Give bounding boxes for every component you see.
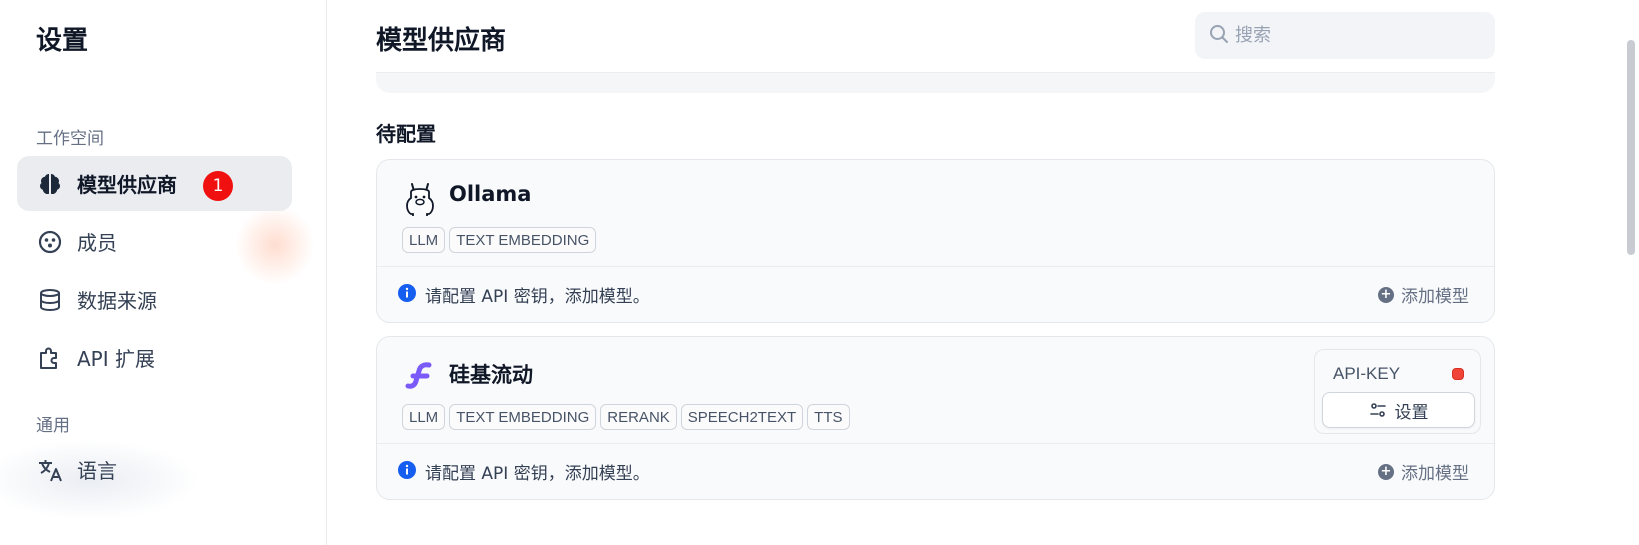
plus-circle-icon: + — [1378, 286, 1394, 303]
sidebar-item-label: 语言 — [77, 459, 117, 483]
model-type-tag: SPEECH2TEXT — [680, 404, 804, 430]
model-type-tag: RERANK — [600, 404, 677, 430]
sidebar-item-label: 数据来源 — [77, 289, 157, 313]
llama-icon — [401, 180, 439, 218]
members-icon — [37, 229, 63, 255]
sidebar-item-model-provider[interactable]: 模型供应商 — [17, 156, 292, 211]
provider-name: 硅基流动 — [449, 363, 533, 387]
add-model-label: 添加模型 — [1401, 464, 1469, 484]
sidebar-group-workspace: 工作空间 — [36, 129, 104, 149]
page-title: 模型供应商 — [376, 26, 507, 56]
brain-icon — [37, 171, 63, 197]
add-model-button[interactable]: + 添加模型 — [1378, 444, 1469, 499]
sidebar-group-general: 通用 — [36, 416, 70, 436]
add-model-label: 添加模型 — [1401, 287, 1469, 307]
api-key-panel: API-KEY 设置 — [1314, 349, 1481, 434]
provider-card-ollama: Ollama LLM TEXT EMBEDDING 请配置 API 密钥，添加模… — [376, 159, 1495, 323]
scrollbar[interactable] — [1627, 40, 1635, 255]
provider-tags: LLM TEXT EMBEDDING — [402, 227, 597, 253]
model-type-tag: TEXT EMBEDDING — [449, 404, 597, 430]
sidebar: 设置 工作空间 模型供应商 成员 数据来源 API 扩展 通用 语言 1 — [0, 0, 327, 545]
annotation-badge: 1 — [203, 171, 233, 201]
settings-label: 设置 — [1394, 402, 1429, 423]
api-key-label: API-KEY — [1333, 364, 1401, 383]
configured-card-edge — [376, 72, 1495, 93]
search-icon — [1209, 24, 1229, 48]
sidebar-item-label: 模型供应商 — [77, 173, 177, 197]
provider-card-header: 硅基流动 LLM TEXT EMBEDDING RERANK SPEECH2TE… — [377, 337, 1494, 444]
info-icon — [397, 283, 417, 307]
api-key-settings-button[interactable]: 设置 — [1322, 392, 1475, 428]
provider-card-header: Ollama LLM TEXT EMBEDDING — [377, 160, 1494, 267]
sidebar-item-label: 成员 — [77, 231, 117, 255]
sidebar-item-api-extension[interactable]: API 扩展 — [17, 330, 292, 385]
model-type-tag: LLM — [402, 404, 446, 430]
sidebar-item-language[interactable]: 语言 — [17, 442, 292, 497]
model-type-tag: LLM — [402, 227, 446, 253]
config-hint: 请配置 API 密钥，添加模型。 — [425, 464, 650, 484]
sliders-icon — [1369, 401, 1387, 419]
provider-card-siliconflow: 硅基流动 LLM TEXT EMBEDDING RERANK SPEECH2TE… — [376, 336, 1495, 500]
siliconflow-icon — [401, 357, 439, 395]
provider-card-footer: 请配置 API 密钥，添加模型。 + 添加模型 — [377, 444, 1494, 499]
sidebar-item-members[interactable]: 成员 — [17, 214, 292, 269]
provider-name: Ollama — [449, 182, 532, 206]
provider-card-footer: 请配置 API 密钥，添加模型。 + 添加模型 — [377, 267, 1494, 322]
search-input[interactable] — [1235, 25, 1475, 46]
info-icon — [397, 460, 417, 484]
sidebar-item-data-source[interactable]: 数据来源 — [17, 272, 292, 327]
config-hint: 请配置 API 密钥，添加模型。 — [425, 287, 650, 307]
sidebar-item-label: API 扩展 — [77, 347, 155, 371]
model-type-tag: TEXT EMBEDDING — [449, 227, 597, 253]
add-model-button[interactable]: + 添加模型 — [1378, 267, 1469, 322]
search-box[interactable] — [1195, 12, 1495, 59]
translate-icon — [37, 457, 63, 483]
provider-tags: LLM TEXT EMBEDDING RERANK SPEECH2TEXT TT… — [402, 404, 850, 430]
plus-circle-icon: + — [1378, 463, 1394, 480]
puzzle-icon — [37, 345, 63, 371]
model-type-tag: TTS — [807, 404, 850, 430]
database-icon — [37, 287, 63, 313]
sidebar-title: 设置 — [36, 26, 89, 56]
api-key-status-indicator — [1452, 368, 1464, 380]
section-title: 待配置 — [376, 122, 436, 146]
